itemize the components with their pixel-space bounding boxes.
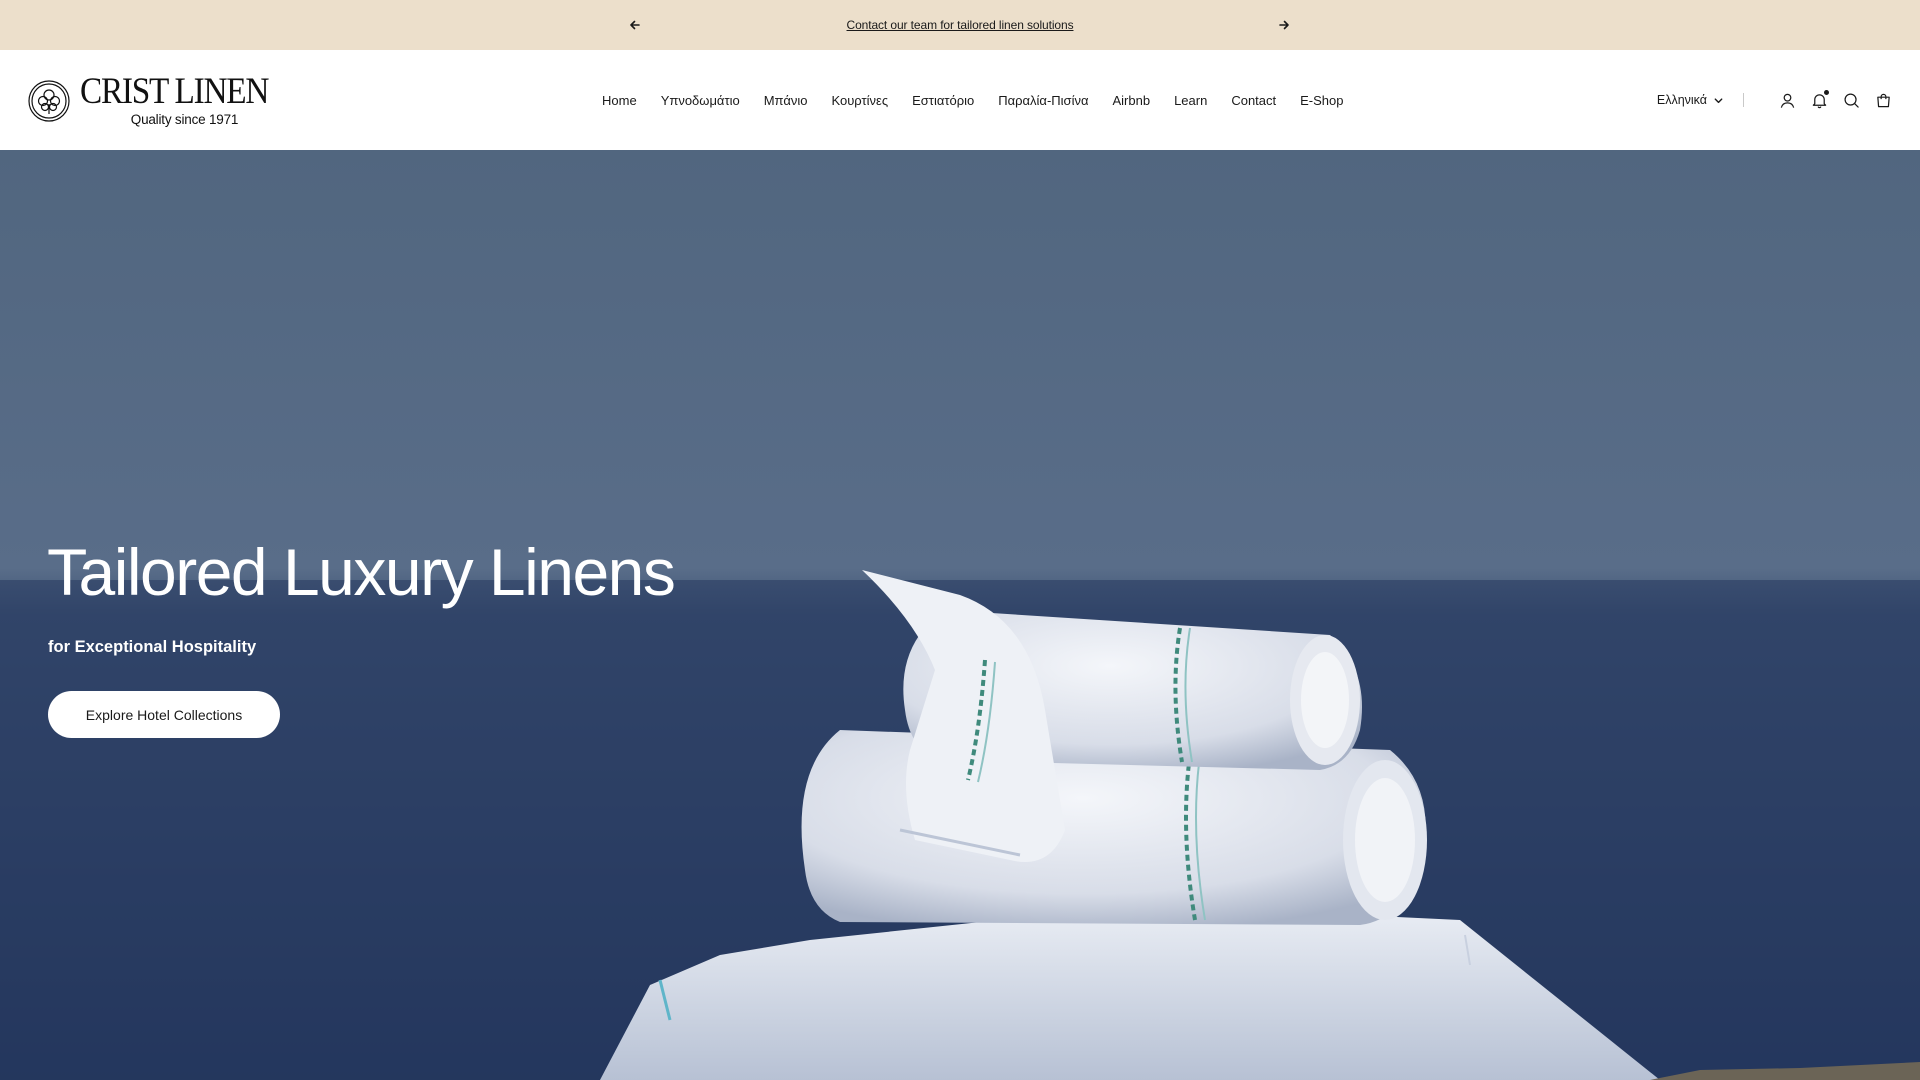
nav-item-restaurant[interactable]: Εστιατόριο xyxy=(912,93,974,108)
explore-hotel-collections-button[interactable]: Explore Hotel Collections xyxy=(48,691,280,738)
brand-logo[interactable]: CRIST LINEN Quality since 1971 xyxy=(28,70,289,132)
cotton-flower-emblem-icon xyxy=(28,80,70,122)
nav-item-eshop[interactable]: E-Shop xyxy=(1300,93,1343,108)
announcement-link[interactable]: Contact our team for tailored linen solu… xyxy=(847,18,1074,32)
nav-item-bedroom[interactable]: Υπνοδωμάτιο xyxy=(661,93,740,108)
nav-item-learn[interactable]: Learn xyxy=(1174,93,1207,108)
language-label: Ελληνικά xyxy=(1656,93,1707,107)
hero-banner: Tailored Luxury Linens for Exceptional H… xyxy=(0,150,1920,1080)
bell-icon[interactable] xyxy=(1810,90,1829,109)
language-selector[interactable]: Ελληνικά xyxy=(1657,93,1724,107)
header-tools: Ελληνικά xyxy=(1657,50,1892,150)
divider xyxy=(1743,93,1744,107)
search-icon[interactable] xyxy=(1842,91,1860,109)
account-icon[interactable] xyxy=(1778,91,1796,109)
site-header: CRIST LINEN Quality since 1971 Home Υπνο… xyxy=(0,50,1920,150)
nav-item-home[interactable]: Home xyxy=(602,93,637,108)
nav-item-curtains[interactable]: Κουρτίνες xyxy=(831,93,888,108)
cart-icon[interactable] xyxy=(1874,91,1892,109)
nav-item-contact[interactable]: Contact xyxy=(1231,93,1276,108)
nav-item-airbnb[interactable]: Airbnb xyxy=(1113,93,1151,108)
announcement-bar: Contact our team for tailored linen solu… xyxy=(0,0,1920,50)
brand-tagline: Quality since 1971 xyxy=(130,112,239,127)
chevron-down-icon xyxy=(1714,97,1723,103)
arrow-right-icon[interactable] xyxy=(1274,15,1294,35)
nav-item-bathroom[interactable]: Μπάνιο xyxy=(764,93,808,108)
arrow-left-icon[interactable] xyxy=(625,15,645,35)
hero-towels-image xyxy=(0,150,1920,1080)
hero-title: Tailored Luxury Linens xyxy=(47,535,676,609)
hero-subtitle: for Exceptional Hospitality xyxy=(48,638,257,656)
main-nav: Home Υπνοδωμάτιο Μπάνιο Κουρτίνες Εστιατ… xyxy=(602,50,1344,150)
notification-dot xyxy=(1824,90,1829,95)
brand-name: CRIST LINEN xyxy=(80,71,269,112)
nav-item-beach-pool[interactable]: Παραλία-Πισίνα xyxy=(998,93,1088,108)
